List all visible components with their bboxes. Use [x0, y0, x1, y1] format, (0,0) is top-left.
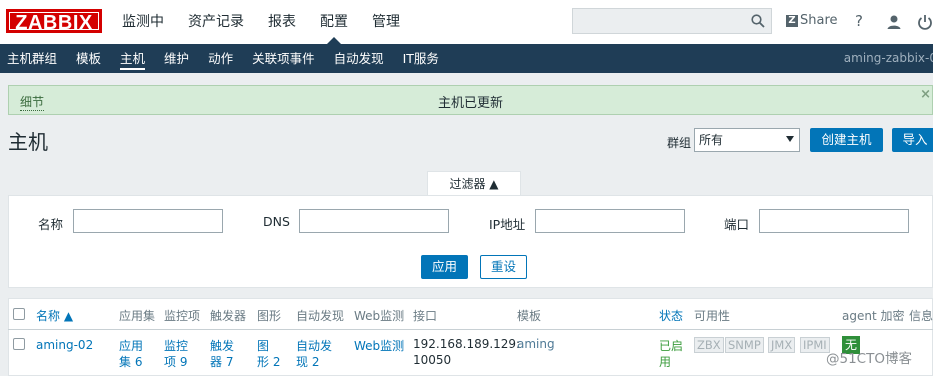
interface-port: 10050 — [413, 353, 452, 367]
header-web: Web监测 — [354, 309, 405, 323]
header-divider — [8, 329, 933, 330]
items-link[interactable]: 监控 — [164, 337, 188, 354]
close-icon[interactable]: × — [920, 87, 931, 102]
discovery-link[interactable]: 自动发 — [296, 337, 332, 354]
zabbix-logo[interactable]: ZABBIX — [6, 9, 102, 34]
filter-name-input[interactable] — [73, 209, 223, 233]
subnav-maintenance[interactable]: 维护 — [164, 44, 189, 73]
search-icon[interactable] — [751, 14, 765, 28]
server-name: aming-zabbix-0 — [843, 51, 933, 65]
triggers-link[interactable]: 触发 — [210, 337, 234, 354]
subnav-host-groups[interactable]: 主机群组 — [7, 44, 57, 73]
user-profile-icon[interactable] — [886, 13, 902, 31]
subnav-discovery[interactable]: 自动发现 — [334, 44, 384, 73]
create-host-button[interactable]: 创建主机 — [810, 128, 883, 152]
select-all-checkbox[interactable] — [13, 308, 25, 320]
main-nav: 监测中 资产记录 报表 配置 管理 — [122, 0, 424, 44]
interface-address: 192.168.189.129: — [413, 337, 521, 351]
host-name-link[interactable]: aming-02 — [36, 338, 93, 352]
header-graphs: 图形 — [257, 309, 282, 323]
header-discovery: 自动发现 — [296, 309, 345, 323]
nav-monitoring[interactable]: 监测中 — [122, 0, 164, 44]
reset-button[interactable]: 重设 — [480, 255, 527, 279]
header-info: 信息 — [909, 309, 933, 323]
header-interface: 接口 — [413, 309, 438, 323]
triggers-link-count[interactable]: 器 7 — [210, 353, 233, 370]
availability-jmx: JMX — [768, 337, 796, 353]
status-enabled-link[interactable]: 已启 — [659, 337, 683, 354]
filter-port-input[interactable] — [759, 209, 909, 233]
nav-reports[interactable]: 报表 — [268, 0, 296, 44]
group-label: 群组 — [667, 136, 692, 150]
group-select[interactable]: 所有 — [694, 128, 800, 152]
help-icon[interactable]: ? — [851, 12, 867, 30]
filter-ip-label: IP地址 — [489, 217, 526, 232]
page-title: 主机 — [8, 130, 48, 154]
chevron-down-icon — [786, 136, 794, 142]
graphs-link-count[interactable]: 形 2 — [257, 353, 280, 370]
header-applications: 应用集 — [119, 309, 156, 323]
header-triggers: 触发器 — [210, 309, 247, 323]
availability-snmp: SNMP — [725, 337, 764, 353]
header-name[interactable]: 名称 ▲ — [36, 307, 73, 324]
filter-port-label: 端口 — [724, 217, 750, 232]
subnav-templates[interactable]: 模板 — [76, 44, 101, 73]
nav-inventory[interactable]: 资产记录 — [188, 0, 244, 44]
subnav-it-services[interactable]: IT服务 — [403, 44, 439, 73]
group-select-value: 所有 — [699, 133, 724, 147]
subnav-event-correlation[interactable]: 关联项事件 — [252, 44, 315, 73]
availability-zbx: ZBX — [694, 337, 724, 353]
apply-button[interactable]: 应用 — [421, 255, 468, 279]
row-checkbox[interactable] — [13, 338, 25, 350]
template-link[interactable]: aming — [517, 337, 555, 351]
header-items: 监控项 — [164, 309, 201, 323]
filter-name-label: 名称 — [38, 217, 64, 232]
web-monitoring-link[interactable]: Web监测 — [354, 337, 404, 354]
filter-dns-label: DNS — [263, 214, 290, 229]
zabbix-share-icon: Z — [786, 14, 798, 27]
discovery-link-count[interactable]: 现 2 — [296, 353, 319, 370]
nav-configuration[interactable]: 配置 — [320, 0, 348, 44]
sign-out-icon[interactable] — [917, 13, 933, 31]
status-enabled-link-2[interactable]: 用 — [659, 353, 671, 370]
search-input[interactable] — [572, 8, 772, 34]
top-bar: ZABBIX 监测中 资产记录 报表 配置 管理 Z Share ? — [0, 0, 933, 44]
filter-tab[interactable]: 过滤器 ▲ — [427, 171, 521, 196]
subnav-hosts[interactable]: 主机 — [120, 44, 146, 73]
message-text: 主机已更新 — [437, 96, 503, 111]
sub-nav: 主机群组 模板 主机 维护 动作 关联项事件 自动发现 IT服务 aming-z… — [0, 44, 933, 73]
header-availability: 可用性 — [694, 309, 731, 323]
share-button[interactable]: Z Share — [786, 13, 838, 28]
watermark: @51CTO博客 — [826, 351, 912, 367]
import-button[interactable]: 导入 — [892, 128, 933, 152]
filter-dns-input[interactable] — [299, 209, 449, 233]
filter-ip-input[interactable] — [535, 209, 685, 233]
applications-link-count[interactable]: 集 6 — [119, 353, 142, 370]
success-message: 细节 主机已更新 × — [8, 85, 933, 115]
header-templates: 模板 — [517, 309, 542, 323]
nav-administration[interactable]: 管理 — [372, 0, 400, 44]
subnav-actions[interactable]: 动作 — [208, 44, 233, 73]
header-agent-encryption: agent 加密 — [842, 309, 905, 323]
items-link-count[interactable]: 项 9 — [164, 353, 187, 370]
graphs-link[interactable]: 图 — [257, 337, 269, 354]
share-label: Share — [800, 13, 838, 28]
applications-link[interactable]: 应用 — [119, 337, 143, 354]
header-status[interactable]: 状态 — [659, 307, 683, 324]
